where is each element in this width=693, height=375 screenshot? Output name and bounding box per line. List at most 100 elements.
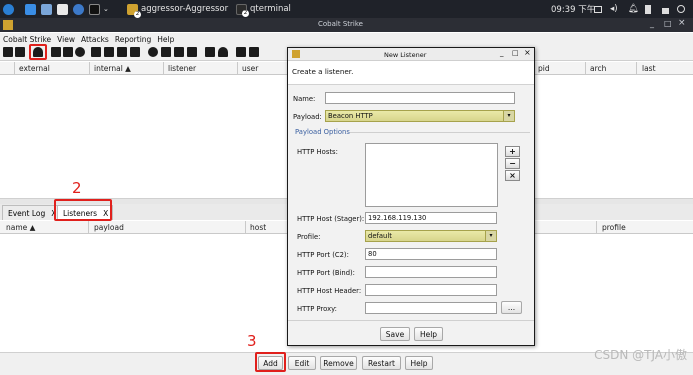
- java-icon[interactable]: [161, 47, 171, 57]
- maximize-icon[interactable]: □: [664, 19, 672, 28]
- proxy-browse-button[interactable]: ...: [501, 301, 522, 314]
- dialog-help-button[interactable]: Help: [414, 327, 443, 341]
- chevron-down-icon: ▾: [503, 111, 514, 121]
- remove-host-icon[interactable]: −: [505, 158, 520, 169]
- dialog-minimize-icon[interactable]: _: [500, 49, 504, 57]
- document-icon[interactable]: [174, 47, 184, 57]
- name-label: Name:: [293, 95, 316, 103]
- file-icon[interactable]: [187, 47, 197, 57]
- proxy-field[interactable]: [365, 302, 497, 314]
- col-user[interactable]: user: [242, 64, 258, 73]
- menu-cobalt-strike[interactable]: Cobalt Strike: [3, 35, 51, 44]
- section-divider: [350, 132, 530, 133]
- annotation-box-3: [255, 352, 286, 372]
- notification-icon[interactable]: 🔔︎: [628, 2, 639, 16]
- menu-attacks[interactable]: Attacks: [81, 35, 109, 44]
- dialog-titlebar: New Listener _ □ ×: [288, 48, 534, 61]
- file-manager-icon[interactable]: [41, 2, 52, 16]
- edit-button[interactable]: Edit: [288, 356, 316, 370]
- col-internal[interactable]: internal ▲: [94, 64, 131, 73]
- notes-icon[interactable]: [236, 47, 246, 57]
- screenshots-icon[interactable]: [130, 47, 140, 57]
- cloud-icon[interactable]: [218, 47, 228, 57]
- col-listener[interactable]: listener: [168, 64, 196, 73]
- taskbar-app-aggressor[interactable]: 2 aggressor-Aggressor: [127, 2, 228, 18]
- taskbar-app-qterminal[interactable]: 2 qterminal: [236, 2, 291, 17]
- power-icon[interactable]: [677, 2, 685, 16]
- col-arch[interactable]: arch: [590, 64, 606, 73]
- save-button[interactable]: Save: [380, 327, 410, 341]
- show-desktop-icon[interactable]: [25, 2, 36, 16]
- target-table-icon[interactable]: [75, 47, 85, 57]
- payload-select[interactable]: Beacon HTTP ▾: [325, 110, 515, 122]
- watermark: CSDN @TJA小傲: [594, 348, 687, 362]
- new-connection-icon[interactable]: [3, 47, 13, 57]
- remove-button[interactable]: Remove: [320, 356, 357, 370]
- dialog-title: New Listener: [384, 51, 427, 59]
- payload-label: Payload:: [293, 113, 322, 121]
- menu-help[interactable]: Help: [157, 35, 174, 44]
- menu-view[interactable]: View: [57, 35, 75, 44]
- restart-button[interactable]: Restart: [362, 356, 401, 370]
- clear-hosts-icon[interactable]: ×: [505, 170, 520, 181]
- pivot-graph-icon[interactable]: [51, 47, 61, 57]
- add-host-icon[interactable]: +: [505, 146, 520, 157]
- tab-event-log[interactable]: Event Log X: [2, 205, 62, 220]
- downloads-icon[interactable]: [104, 47, 114, 57]
- session-table-icon[interactable]: [63, 47, 73, 57]
- credentials-icon[interactable]: [91, 47, 101, 57]
- keystrokes-icon[interactable]: [117, 47, 127, 57]
- profile-label: Profile:: [297, 233, 321, 241]
- text-editor-icon[interactable]: [57, 2, 68, 16]
- annotation-box-1: [29, 44, 47, 60]
- lock-icon[interactable]: [662, 2, 669, 16]
- terminal-icon[interactable]: [89, 2, 100, 16]
- col-host[interactable]: host: [250, 223, 266, 232]
- disconnect-icon[interactable]: [15, 47, 25, 57]
- port-c2-label: HTTP Port (C2):: [297, 251, 349, 259]
- col-name[interactable]: name ▲: [6, 223, 35, 232]
- help-button[interactable]: Help: [405, 356, 433, 370]
- dialog-close-icon[interactable]: ×: [524, 48, 531, 57]
- link-icon[interactable]: [205, 47, 215, 57]
- clock[interactable]: 09:39 下午: [551, 2, 595, 16]
- volume-icon[interactable]: ◂): [610, 2, 618, 16]
- col-last[interactable]: last: [642, 64, 656, 73]
- port-c2-field[interactable]: 80: [365, 248, 497, 260]
- listener-button-bar: Add Edit Remove Restart Help: [0, 352, 693, 375]
- settings-icon[interactable]: [148, 47, 158, 57]
- stager-host-label: HTTP Host (Stager):: [297, 215, 365, 223]
- cube-icon[interactable]: [249, 47, 259, 57]
- payload-options-heading: Payload Options: [295, 128, 350, 136]
- chevron-down-icon[interactable]: ⌄: [103, 2, 109, 16]
- proxy-label: HTTP Proxy:: [297, 305, 337, 313]
- col-profile[interactable]: profile: [602, 223, 626, 232]
- menu-reporting[interactable]: Reporting: [115, 35, 151, 44]
- aggressor-icon: 2: [127, 3, 141, 18]
- name-field[interactable]: [325, 92, 515, 104]
- dialog-description: Create a listener.: [292, 67, 354, 76]
- window-tray-icon[interactable]: [594, 2, 602, 16]
- qterminal-icon: 2: [236, 3, 249, 17]
- http-hosts-label: HTTP Hosts:: [297, 148, 338, 156]
- battery-icon[interactable]: [645, 2, 651, 16]
- profile-select[interactable]: default ▾: [365, 230, 497, 242]
- host-header-label: HTTP Host Header:: [297, 287, 362, 295]
- http-hosts-list[interactable]: [365, 143, 498, 207]
- minimize-icon[interactable]: _: [650, 19, 654, 28]
- host-header-field[interactable]: [365, 284, 497, 296]
- taskbar: ⌄ 2 aggressor-Aggressor 2 qterminal 09:3…: [0, 0, 693, 18]
- stager-host-field[interactable]: 192.168.119.130: [365, 212, 497, 224]
- col-payload[interactable]: payload: [94, 223, 124, 232]
- dialog-logo-icon: [292, 50, 300, 58]
- dialog-maximize-icon[interactable]: □: [512, 49, 519, 57]
- col-pid[interactable]: pid: [538, 64, 550, 73]
- menu-bar: Cobalt Strike View Attacks Reporting Hel…: [0, 33, 693, 45]
- close-icon[interactable]: ×: [678, 18, 686, 28]
- annotation-label-2: 2: [72, 179, 82, 197]
- browser-icon[interactable]: [73, 2, 84, 16]
- port-bind-field[interactable]: [365, 266, 497, 278]
- chevron-down-icon: ▾: [485, 231, 496, 241]
- start-menu-icon[interactable]: [3, 2, 14, 16]
- col-external[interactable]: external: [19, 64, 50, 73]
